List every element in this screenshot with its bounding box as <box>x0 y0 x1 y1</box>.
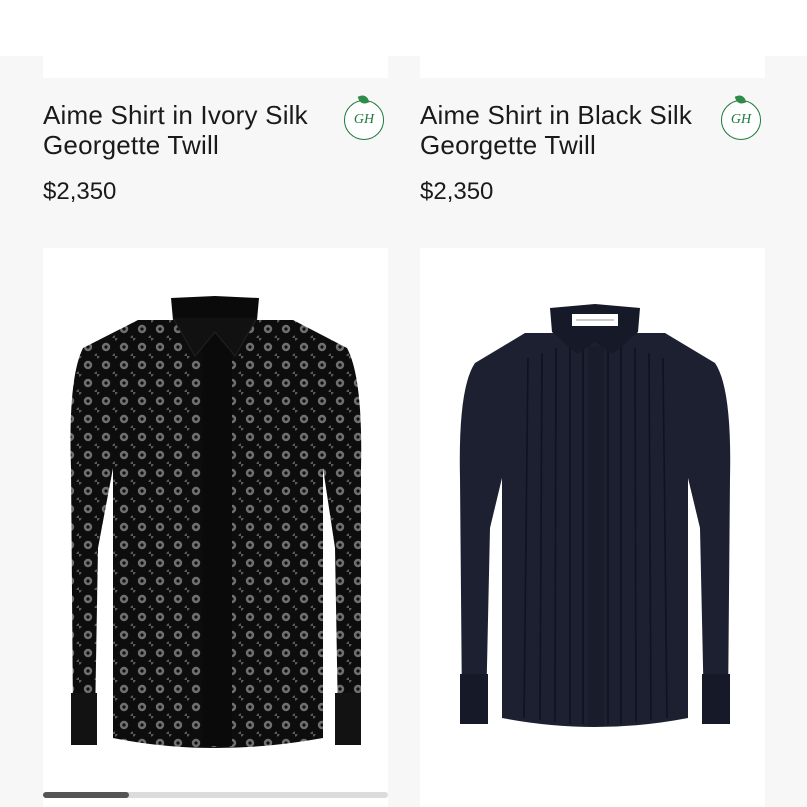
navy-pleated-shirt-image[interactable] <box>420 248 765 807</box>
previous-image-card[interactable] <box>420 40 765 78</box>
brand-monogram-icon[interactable]: GH <box>344 93 384 140</box>
carousel-scroll-track[interactable] <box>43 792 388 798</box>
product-price: $2,350 <box>43 178 117 205</box>
product-title[interactable]: Aime Shirt in Ivory Silk Georgette Twill <box>43 100 333 160</box>
brand-monogram-icon[interactable]: GH <box>721 93 761 140</box>
black-lace-shirt-image[interactable] <box>43 248 388 807</box>
leaf-icon <box>734 93 747 106</box>
previous-image-card[interactable] <box>43 40 388 78</box>
badge-label: GH <box>353 112 375 127</box>
product-info: Aime Shirt in Ivory Silk Georgette Twill… <box>43 93 388 220</box>
product-price: $2,350 <box>420 178 494 205</box>
badge-label: GH <box>730 112 752 127</box>
pleated-shirt-illustration <box>459 304 731 727</box>
product-title[interactable]: Aime Shirt in Black Silk Georgette Twill <box>420 100 710 160</box>
carousel-scroll-thumb[interactable] <box>43 792 130 798</box>
product-info: Aime Shirt in Black Silk Georgette Twill… <box>420 93 765 220</box>
leaf-icon <box>357 93 370 106</box>
lace-shirt-illustration <box>70 296 362 748</box>
